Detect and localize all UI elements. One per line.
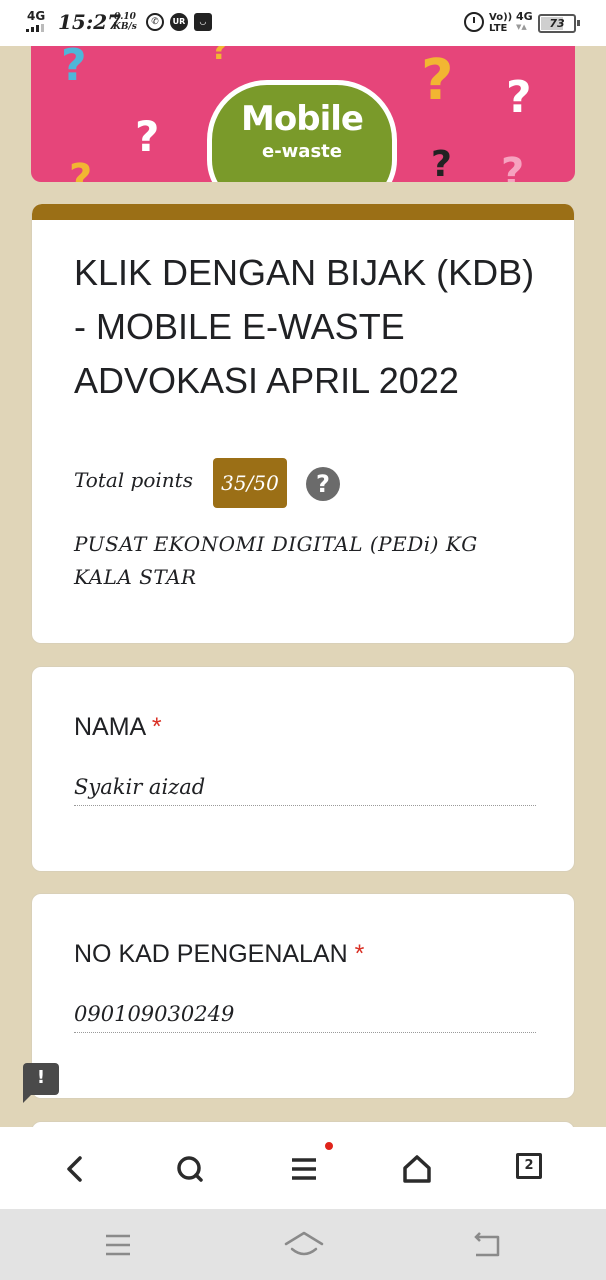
question-mark-decoration: ? <box>506 72 532 123</box>
system-nav-bar <box>0 1209 606 1280</box>
answer-text: Syakir aizad <box>74 775 536 806</box>
signal-icon <box>26 24 48 32</box>
question-mark-decoration: ? <box>211 46 229 67</box>
total-points-label: Total points <box>74 468 193 492</box>
alarm-icon <box>464 12 484 32</box>
question-mark-decoration: ? <box>431 144 452 182</box>
menu-icon[interactable] <box>284 1149 324 1189</box>
clock: 15:27 <box>58 10 122 34</box>
question-mark-decoration: ? <box>135 112 160 161</box>
browser-toolbar: 2 <box>0 1127 606 1209</box>
question-mark-decoration: ? <box>421 48 454 113</box>
battery-icon: 73 <box>538 14 580 33</box>
form-header-card: KLIK DENGAN BIJAK (KDB) - MOBILE E-WASTE… <box>31 204 575 644</box>
answer-text: 090109030249 <box>74 1002 536 1033</box>
accent-bar <box>32 204 574 220</box>
report-feedback-icon[interactable]: ! <box>23 1063 59 1103</box>
network-speed: 0.10 KB/s <box>113 12 137 32</box>
system-back-icon[interactable] <box>466 1227 506 1263</box>
status-bar: 4G 15:27 0.10 KB/s ✆ UR ◡ Vo)) LTE 4G ▼▲… <box>0 0 606 46</box>
search-icon[interactable] <box>170 1149 210 1189</box>
mobile-e-waste-logo: Mobile e-waste <box>207 80 397 182</box>
required-asterisk: * <box>354 940 365 968</box>
network-type-right: 4G ▼▲ <box>516 10 533 31</box>
required-asterisk: * <box>151 713 162 741</box>
header-banner-image: ? ? ? ? ? ? ? ? Mobile e-waste <box>31 46 575 182</box>
notification-dot <box>325 1142 333 1150</box>
score-badge: 35/50 <box>213 458 287 508</box>
question-mark-decoration: ? <box>69 156 93 182</box>
form-title: KLIK DENGAN BIJAK (KDB) - MOBILE E-WASTE… <box>74 252 535 401</box>
question-label: NO KAD PENGENALAN * <box>74 940 365 968</box>
vpn-icon: UR <box>170 13 188 31</box>
home-icon[interactable] <box>397 1149 437 1189</box>
question-mark-decoration: ? <box>501 150 525 182</box>
network-type: 4G <box>27 9 46 23</box>
volte-indicator: Vo)) LTE <box>489 12 513 34</box>
form-description: PUSAT EKONOMI DIGITAL (PEDi) KG KALA STA… <box>74 532 478 589</box>
question-card-nama: NAMA * Syakir aizad <box>31 666 575 872</box>
question-label: NAMA * <box>74 713 162 741</box>
whatsapp-icon: ✆ <box>146 13 164 31</box>
question-mark-decoration: ? <box>61 46 87 91</box>
shopping-bag-icon: ◡ <box>194 13 212 31</box>
system-home-icon[interactable] <box>280 1227 328 1263</box>
help-icon[interactable]: ? <box>306 467 340 501</box>
recent-apps-icon[interactable] <box>98 1227 138 1263</box>
question-card-ic-number: NO KAD PENGENALAN * 090109030249 <box>31 893 575 1099</box>
tabs-counter-icon[interactable]: 2 <box>516 1153 542 1179</box>
back-icon[interactable] <box>56 1149 96 1189</box>
